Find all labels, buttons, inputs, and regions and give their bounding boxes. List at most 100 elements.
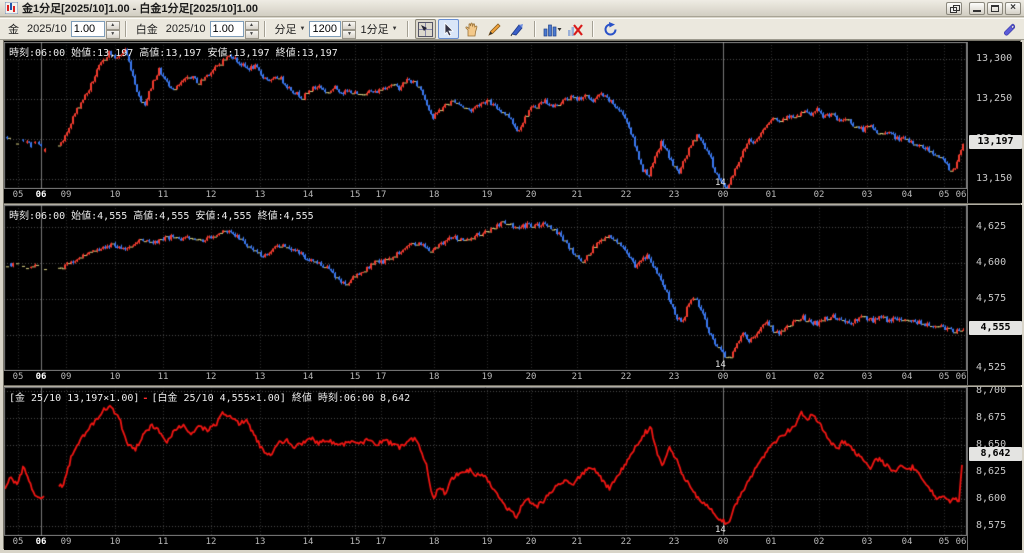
platinum-panel: 時刻:06:00 始値:4,555 高値:4,555 安値:4,555 終値:4… — [4, 205, 1020, 385]
date-marker-label: 14 — [715, 525, 726, 535]
x-tick-label: 03 — [862, 537, 873, 547]
select-tool-button[interactable] — [438, 19, 459, 39]
gold-multiplier-stepper[interactable]: ▲▼ — [106, 21, 120, 37]
date-marker-label: 14 — [715, 360, 726, 370]
platinum-info-line: 時刻:06:00 始値:4,555 高値:4,555 安値:4,555 終値:4… — [9, 207, 314, 222]
toolbar-separator — [534, 21, 536, 37]
bar-count-input[interactable] — [309, 21, 341, 37]
app-icon — [5, 2, 18, 14]
x-tick-label: 06 — [36, 190, 47, 200]
pencil-icon — [487, 22, 502, 37]
chart-area: 時刻:06:00 始値:13,197 高値:13,197 安値:13,197 終… — [3, 40, 1021, 549]
gold-plot-canvas[interactable] — [4, 42, 967, 189]
platinum-price-axis[interactable]: 4,6254,6004,5754,5254,555 — [967, 205, 1022, 385]
marker-tool-button[interactable] — [507, 19, 528, 39]
x-tick-label: 11 — [158, 190, 169, 200]
toolbar-separator — [125, 21, 127, 37]
platinum-plot-canvas[interactable] — [4, 205, 967, 371]
spread-time-axis[interactable]: 0506091011121314151718192021222300010203… — [4, 536, 967, 550]
gold-panel: 時刻:06:00 始値:13,197 高値:13,197 安値:13,197 終… — [4, 42, 1020, 203]
maximize-button[interactable] — [987, 2, 1003, 15]
remove-indicator-button[interactable] — [565, 19, 586, 39]
x-tick-label: 12 — [206, 190, 217, 200]
close-button[interactable]: × — [1005, 2, 1021, 15]
x-tick-label: 10 — [110, 372, 121, 382]
title-bar: 金1分足[2025/10]1.00 - 白金1分足[2025/10]1.00 × — [0, 0, 1024, 17]
x-tick-label: 06 — [36, 372, 47, 382]
y-tick-label: 13,250 — [976, 93, 1012, 104]
y-tick-label: 8,625 — [976, 466, 1006, 477]
y-tick-label: 4,600 — [976, 257, 1006, 268]
x-tick-label: 05 — [13, 372, 24, 382]
x-tick-label: 19 — [482, 190, 493, 200]
platinum-multiplier-input[interactable] — [210, 21, 244, 37]
x-tick-label: 21 — [572, 537, 583, 547]
remove-chart-x-icon — [567, 22, 583, 37]
x-tick-label: 19 — [482, 372, 493, 382]
gold-time-axis[interactable]: 0506091011121314151718192021222300010203… — [4, 189, 967, 203]
x-tick-label: 01 — [766, 537, 777, 547]
x-tick-label: 14 — [303, 372, 314, 382]
y-tick-label: 4,575 — [976, 293, 1006, 304]
platinum-month-label: 2025/10 — [166, 23, 206, 35]
x-tick-label: 15 — [350, 190, 361, 200]
pan-tool-button[interactable] — [461, 19, 482, 39]
refresh-button[interactable] — [600, 19, 621, 39]
bar-count-stepper[interactable]: ▲▼ — [342, 21, 356, 37]
x-tick-label: 00 — [718, 372, 729, 382]
settings-button[interactable] — [1000, 21, 1018, 39]
gold-multiplier-input[interactable] — [71, 21, 105, 37]
pencil-tool-button[interactable] — [484, 19, 505, 39]
x-tick-label: 05 — [939, 190, 950, 200]
y-tick-label: 8,575 — [976, 520, 1006, 531]
y-tick-label: 13,150 — [976, 173, 1012, 184]
x-tick-label: 17 — [376, 537, 387, 547]
x-tick-label: 02 — [814, 190, 825, 200]
x-tick-label: 03 — [862, 372, 873, 382]
toolbar: 金 2025/10 ▲▼ 白金 2025/10 ▲▼ 分足▼ ▲▼ 1分足▼ — [0, 18, 1024, 40]
x-tick-label: 15 — [350, 372, 361, 382]
float-window-button[interactable] — [946, 2, 962, 15]
toolbar-separator — [407, 21, 409, 37]
gold-price-axis[interactable]: 13,30013,25013,20013,15013,197 — [967, 42, 1022, 203]
spread-plot-canvas[interactable] — [4, 387, 967, 536]
x-tick-label: 22 — [621, 372, 632, 382]
x-tick-label: 12 — [206, 537, 217, 547]
platinum-time-axis[interactable]: 0506091011121314151718192021222300010203… — [4, 371, 967, 385]
y-tick-label: 4,525 — [976, 362, 1006, 373]
crosshair-tool-button[interactable] — [415, 19, 436, 39]
x-tick-label: 02 — [814, 372, 825, 382]
x-tick-label: 11 — [158, 372, 169, 382]
x-tick-label: 13 — [255, 537, 266, 547]
period-type-dropdown[interactable]: 分足▼ — [271, 20, 310, 38]
interval-dropdown[interactable]: 1分足▼ — [356, 20, 401, 38]
y-tick-label: 8,700 — [976, 387, 1006, 396]
x-tick-label: 10 — [110, 190, 121, 200]
chevron-down-icon: ▼ — [300, 26, 306, 32]
x-tick-label: 21 — [572, 190, 583, 200]
x-tick-label: 17 — [376, 372, 387, 382]
x-tick-label: 19 — [482, 537, 493, 547]
indicator-chart-button[interactable] — [542, 19, 563, 39]
x-tick-label: 18 — [429, 372, 440, 382]
minimize-button[interactable] — [969, 2, 985, 15]
spread-formula-platinum: [白金 25/10 4,555×1.00] — [151, 393, 285, 404]
y-tick-label: 4,625 — [976, 221, 1006, 232]
x-tick-label: 04 — [902, 190, 913, 200]
x-tick-label: 18 — [429, 190, 440, 200]
x-tick-label: 04 — [902, 372, 913, 382]
toolbar-separator — [264, 21, 266, 37]
x-tick-label: 03 — [862, 190, 873, 200]
x-tick-label: 22 — [621, 190, 632, 200]
x-tick-label: 10 — [110, 537, 121, 547]
spread-price-axis[interactable]: 8,7008,6758,6508,6258,6008,5758,642 — [967, 387, 1022, 550]
x-tick-label: 06 — [36, 537, 47, 547]
platinum-multiplier-stepper[interactable]: ▲▼ — [245, 21, 259, 37]
x-tick-label: 20 — [526, 190, 537, 200]
x-tick-label: 11 — [158, 537, 169, 547]
chevron-down-icon: ▼ — [392, 26, 398, 32]
x-tick-label: 21 — [572, 372, 583, 382]
bar-chart-icon — [543, 22, 562, 37]
x-tick-label: 23 — [669, 537, 680, 547]
x-tick-label: 01 — [766, 372, 777, 382]
